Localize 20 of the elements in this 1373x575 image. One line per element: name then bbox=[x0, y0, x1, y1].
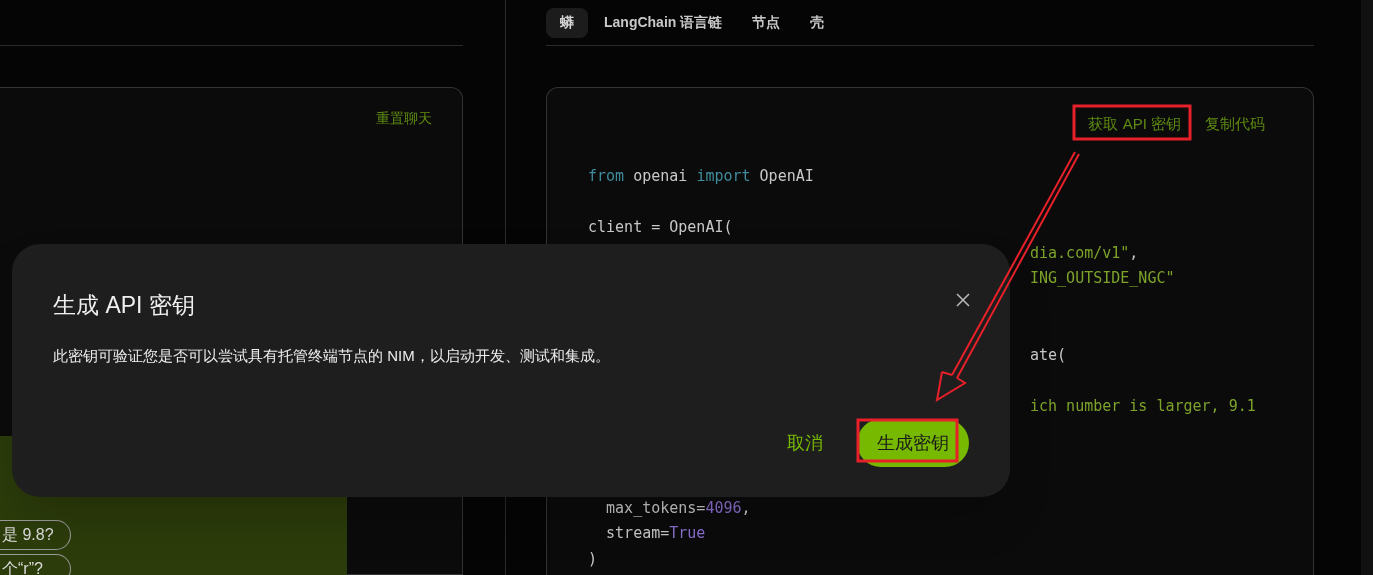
dialog-description: 此密钥可验证您是否可以尝试具有托管终端节点的 NIM，以启动开发、测试和集成。 bbox=[53, 345, 611, 366]
code-panel-link[interactable]: 复制代码 bbox=[1205, 113, 1265, 164]
code-line: client = OpenAI( bbox=[588, 218, 733, 236]
code-line: dia.com/v1", bbox=[1030, 243, 1139, 262]
tab[interactable]: 蟒 bbox=[546, 7, 588, 38]
code-panel-link[interactable]: 获取 API 密钥 bbox=[1088, 113, 1181, 164]
tab[interactable]: 壳 bbox=[796, 7, 839, 38]
cancel-button[interactable]: 取消 bbox=[787, 429, 823, 457]
code-line: stream=True bbox=[605, 524, 706, 542]
close-icon[interactable] bbox=[955, 292, 971, 308]
dialog-title: 生成 API 密钥 bbox=[53, 291, 195, 320]
tab[interactable]: LangChain 语言链 bbox=[590, 7, 737, 38]
code-line: max_tokens=4096, bbox=[605, 498, 751, 517]
reset-chat-link[interactable]: 重置聊天 bbox=[376, 108, 432, 129]
tab[interactable]: 节点 bbox=[738, 7, 795, 38]
code-line: ) bbox=[588, 549, 598, 568]
code-line: ate( bbox=[1030, 345, 1067, 364]
code-line: ich number is larger, 9.1 bbox=[1030, 396, 1256, 415]
code-line: from openai import OpenAI bbox=[588, 167, 814, 185]
code-line: ING_OUTSIDE_NGC" bbox=[1030, 269, 1175, 287]
